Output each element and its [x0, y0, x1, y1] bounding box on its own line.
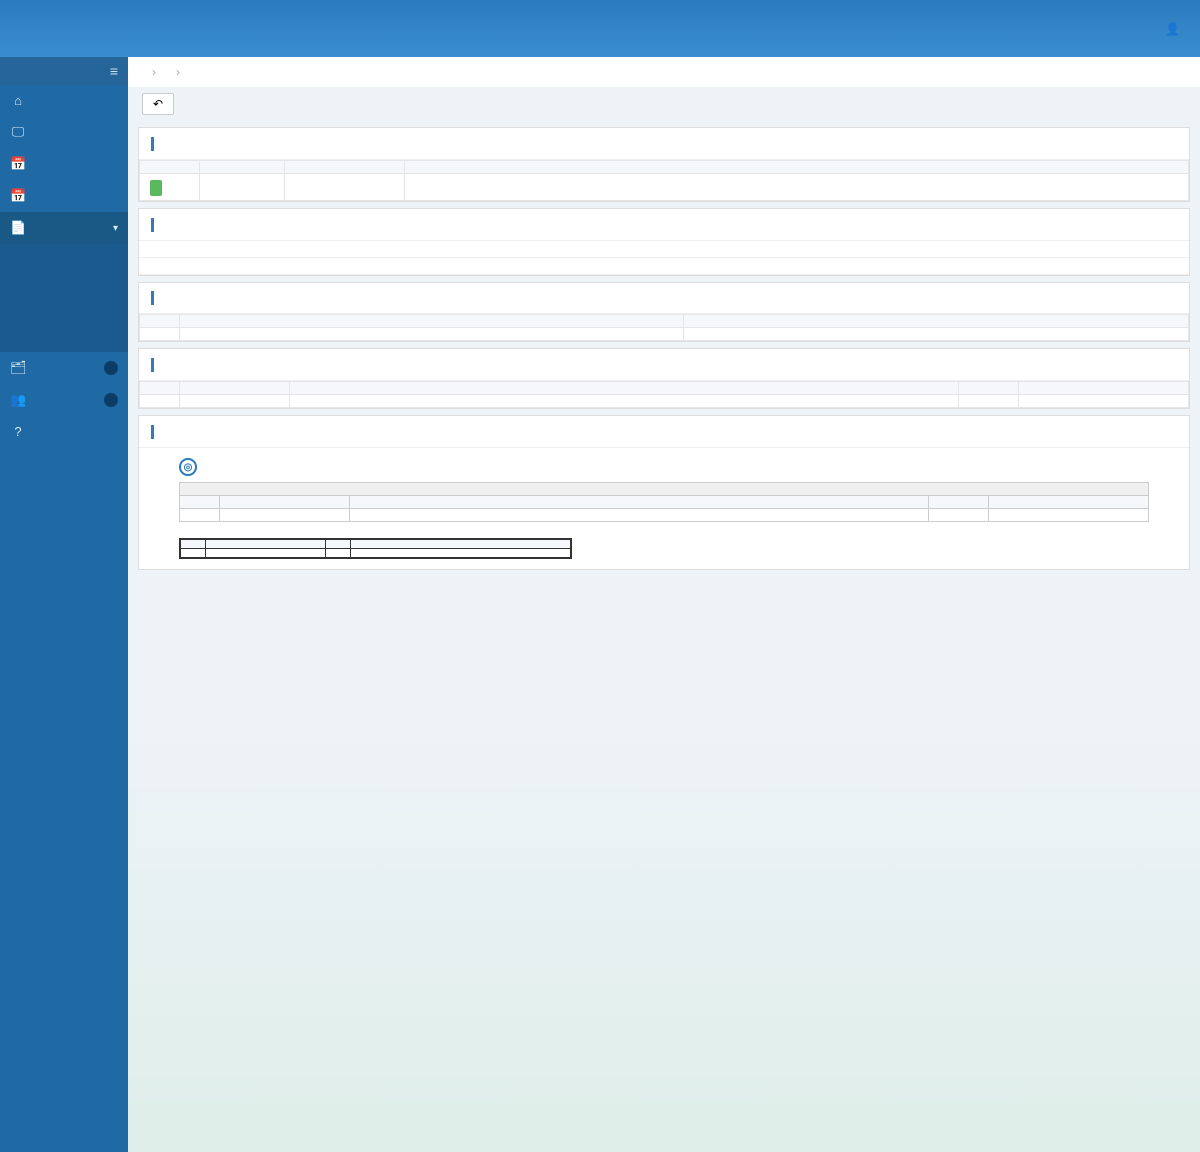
nav-trade[interactable]: 📄▾ [0, 212, 128, 244]
archive-icon: 🗂 [10, 360, 26, 376]
table-row [140, 173, 1189, 200]
info-row [139, 258, 1189, 275]
top-bar [0, 0, 1200, 57]
nav-help[interactable]: ? [0, 416, 128, 447]
badge-count [104, 361, 118, 375]
calendar-icon: 📅 [10, 188, 26, 204]
info-value [229, 258, 1189, 274]
col-sname [683, 315, 1188, 328]
panel-verify [138, 127, 1190, 202]
sidebar: ≡ ⌂ 🖵 📅 📅 📄▾ 🗂 👥 ? [0, 57, 128, 1152]
panel-basic [138, 208, 1190, 276]
panel-title [139, 349, 1189, 381]
chevron-right-icon: › [176, 65, 180, 79]
table-row [180, 509, 1149, 522]
info-label [139, 241, 229, 257]
menu-toggle-icon[interactable]: ≡ [110, 63, 118, 79]
submenu-trade [0, 244, 128, 352]
sub-drug[interactable] [0, 328, 128, 340]
col-name [206, 539, 326, 549]
nav-account[interactable]: 👥 [0, 384, 128, 416]
col-reason [405, 160, 1189, 173]
verify-table [139, 160, 1189, 201]
col-amount [326, 539, 351, 549]
supplier-caption [179, 482, 1149, 495]
col-code [180, 382, 290, 395]
panel-title [139, 283, 1189, 315]
nav-sysnotice[interactable]: 🖵 [0, 116, 128, 148]
nav-integrity[interactable]: 🗂 [0, 352, 128, 384]
winner-table [139, 381, 1189, 408]
col-no [180, 539, 206, 549]
info-value [229, 241, 1189, 257]
panel-sections [138, 282, 1190, 343]
col-price [989, 496, 1149, 509]
col-person [285, 160, 405, 173]
monitor-icon: 🖵 [10, 124, 26, 140]
col-no [180, 496, 220, 509]
sidebar-head: ≡ [0, 57, 128, 85]
info-label [139, 258, 229, 274]
table-row [180, 549, 571, 559]
sub-done[interactable] [0, 340, 128, 352]
col-no [140, 382, 180, 395]
col-status [140, 160, 200, 173]
user-icon: 👥 [10, 392, 26, 408]
help-icon: ? [10, 424, 26, 439]
home-icon: ⌂ [10, 93, 26, 108]
panel-title [139, 209, 1189, 241]
chevron-right-icon: › [152, 65, 156, 79]
nav-publish[interactable]: 📅 [0, 180, 128, 212]
supplier-table [179, 495, 1149, 522]
back-icon: ↶ [153, 97, 163, 111]
table-row [140, 395, 1189, 408]
user-info[interactable] [1165, 21, 1180, 36]
col-price [1019, 382, 1189, 395]
col-name [290, 382, 959, 395]
col-addr [351, 539, 571, 549]
table-row [140, 328, 1189, 341]
badge-count [104, 393, 118, 407]
sub-mine[interactable] [0, 304, 128, 316]
panel-title [139, 128, 1189, 160]
sub-eng[interactable] [0, 244, 128, 256]
col-method [959, 382, 1019, 395]
col-method [929, 496, 989, 509]
col-time [200, 160, 285, 173]
panel-title [139, 416, 1189, 448]
col-pname [180, 315, 684, 328]
section-table [139, 314, 1189, 341]
panel-publish: ◎ [138, 415, 1190, 570]
deal-table [179, 538, 572, 559]
sub-feat[interactable] [0, 256, 128, 268]
breadcrumb: › › [128, 57, 1200, 87]
sub-asset[interactable] [0, 316, 128, 328]
sub-gov[interactable] [0, 280, 128, 292]
panel-winner [138, 348, 1190, 409]
notice-body [179, 538, 1149, 559]
sub-goods[interactable] [0, 268, 128, 280]
calendar-icon: 📅 [10, 156, 26, 172]
nav-overdue[interactable]: 📅 [0, 148, 128, 180]
doc-icon: 📄 [10, 220, 26, 236]
target-icon: ◎ [179, 458, 197, 476]
nav-home[interactable]: ⌂ [0, 85, 128, 116]
supplier-head: ◎ [179, 458, 1149, 476]
col-code [220, 496, 350, 509]
chevron-down-icon: ▾ [113, 223, 118, 234]
back-button[interactable]: ↶ [142, 93, 174, 115]
sub-land[interactable] [0, 292, 128, 304]
col-name [350, 496, 929, 509]
info-row [139, 241, 1189, 258]
status-badge [150, 180, 162, 196]
col-no [140, 315, 180, 328]
